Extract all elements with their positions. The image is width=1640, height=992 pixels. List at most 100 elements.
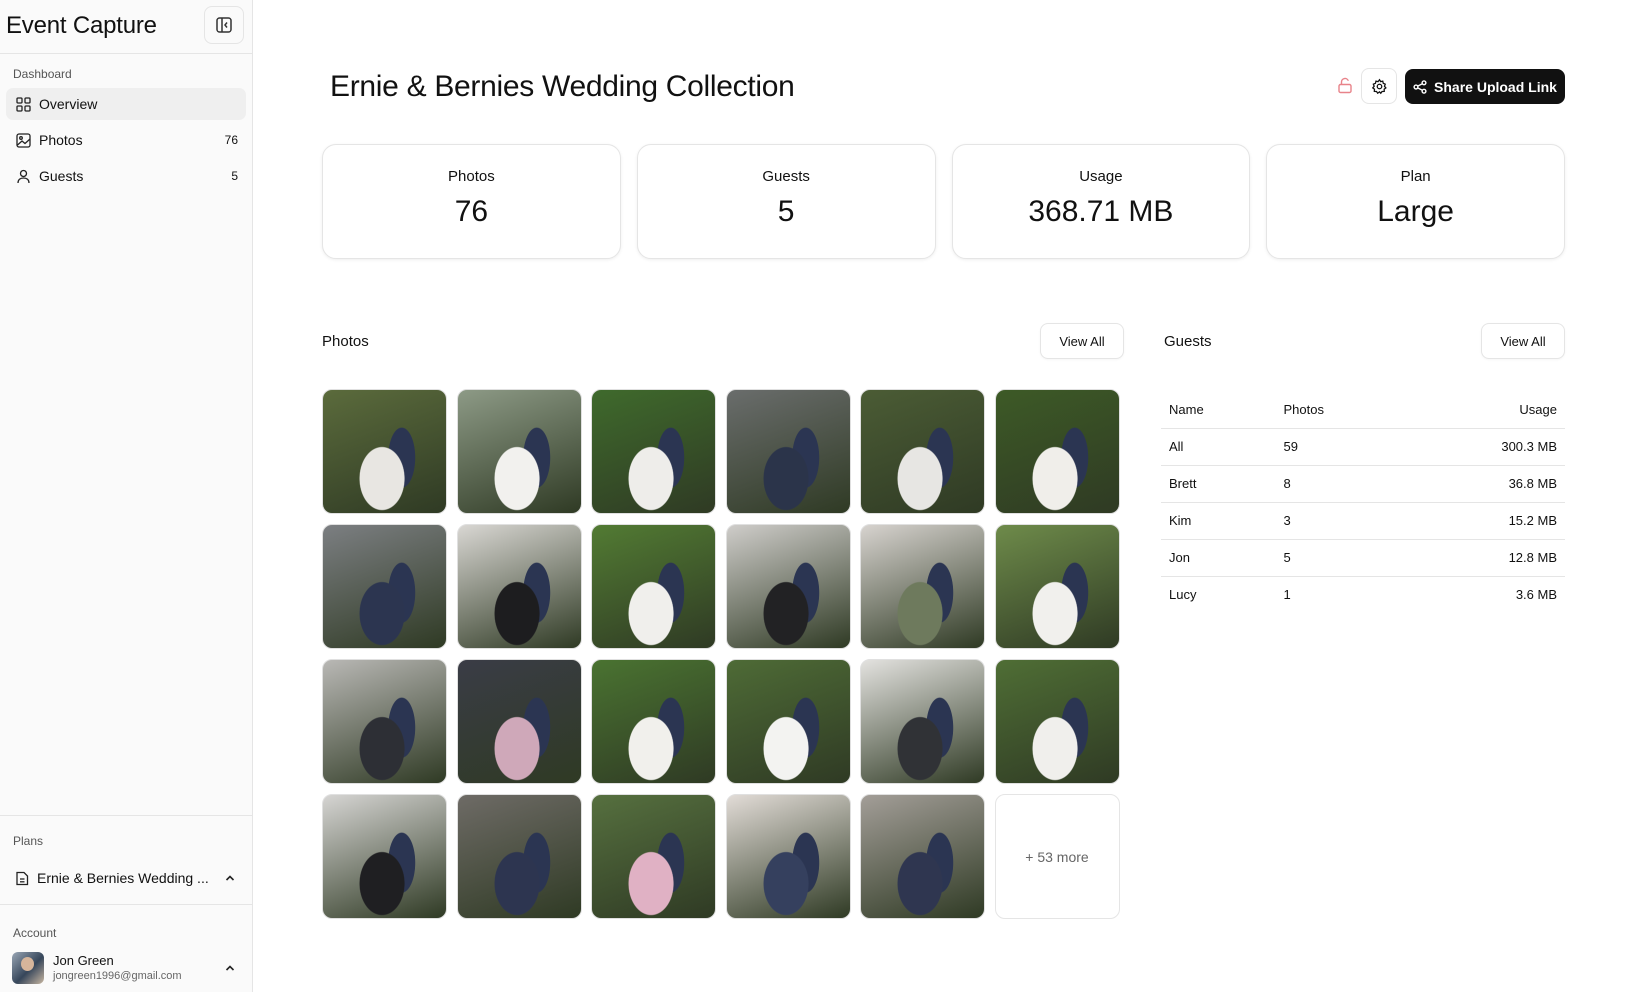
photo-thumbnail[interactable]	[456, 659, 582, 784]
stat-label: Guests	[762, 168, 810, 185]
table-row[interactable]: Kim 3 15.2 MB	[1161, 502, 1565, 540]
guest-usage-cell: 300.3 MB	[1403, 428, 1565, 466]
app-title: Event Capture	[6, 12, 157, 39]
guest-photos-cell: 59	[1275, 428, 1404, 466]
share-button-label: Share Upload Link	[1434, 78, 1557, 95]
guest-usage-cell: 15.2 MB	[1403, 502, 1565, 540]
table-row[interactable]: All 59 300.3 MB	[1161, 428, 1565, 466]
stat-label: Usage	[1079, 168, 1123, 185]
guests-view-all-button[interactable]: View All	[1481, 323, 1565, 359]
grid-icon	[15, 96, 31, 112]
photo-thumbnail[interactable]	[456, 524, 582, 649]
stat-card-photos: Photos 76	[322, 144, 621, 259]
share-icon	[1413, 79, 1427, 94]
photos-view-all-button[interactable]: View All	[1040, 323, 1124, 359]
chevron-up-icon	[224, 871, 236, 887]
user-icon	[15, 168, 31, 184]
photo-thumbnail[interactable]	[860, 389, 985, 514]
account-section-label: Account	[13, 926, 57, 940]
sidebar-toggle-button[interactable]	[204, 6, 244, 44]
photo-thumbnail[interactable]	[591, 794, 716, 919]
table-row[interactable]: Brett 8 36.8 MB	[1161, 465, 1565, 503]
image-icon	[15, 132, 31, 148]
page-title: Ernie & Bernies Wedding Collection	[330, 70, 795, 103]
photo-thumbnail[interactable]	[725, 389, 851, 514]
photo-thumbnail[interactable]	[994, 659, 1120, 784]
photo-thumbnail[interactable]	[456, 389, 582, 514]
dashboard-section-label: Dashboard	[13, 67, 72, 81]
stat-card-guests: Guests 5	[636, 144, 936, 259]
photo-thumbnail[interactable]	[860, 659, 985, 784]
account-menu[interactable]: Jon Green jongreen1996@gmail.com	[12, 950, 246, 986]
stat-value: 76	[454, 195, 489, 228]
column-header-name[interactable]: Name	[1161, 392, 1276, 429]
photo-thumbnail[interactable]	[725, 524, 851, 649]
guest-photos-cell: 1	[1283, 587, 1291, 603]
guests-table: Name Photos Usage All 59 300.3 MB Brett 8 36.…	[1161, 392, 1565, 613]
sidebar-divider	[0, 904, 253, 905]
plan-selector[interactable]: Ernie & Bernies Wedding ...	[6, 862, 246, 894]
photo-thumbnail[interactable]	[591, 524, 716, 649]
account-name: Jon Green	[53, 953, 114, 968]
plans-section-label: Plans	[13, 834, 44, 848]
chevron-up-icon	[224, 961, 236, 979]
guest-name-cell: Lucy	[1169, 587, 1197, 603]
settings-button[interactable]	[1361, 68, 1397, 104]
lock-open-icon[interactable]	[1337, 77, 1353, 99]
guests-count-badge: 5	[231, 169, 238, 183]
photo-thumbnail[interactable]	[322, 389, 447, 514]
stat-value: 368.71 MB	[1028, 195, 1174, 228]
stat-value: 5	[777, 195, 795, 228]
photo-thumbnail[interactable]	[322, 794, 447, 919]
table-row[interactable]: Lucy 1 3.6 MB	[1161, 576, 1565, 613]
stat-label: Plan	[1400, 168, 1431, 185]
guest-usage-cell: 3.6 MB	[1515, 587, 1557, 603]
plan-name: Ernie & Bernies Wedding ...	[37, 870, 209, 886]
sidebar-divider	[0, 815, 253, 816]
guest-photos-cell: 8	[1275, 465, 1404, 503]
photo-thumbnail[interactable]	[456, 794, 582, 919]
sidebar-collapse-icon	[216, 17, 232, 33]
share-upload-link-button[interactable]: Share Upload Link	[1405, 69, 1565, 104]
photo-thumbnail[interactable]	[725, 659, 851, 784]
column-header-usage[interactable]: Usage	[1403, 392, 1565, 429]
photo-thumbnail[interactable]	[994, 389, 1120, 514]
photos-count-badge: 76	[224, 133, 238, 147]
guest-photos-cell: 5	[1275, 539, 1404, 577]
sidebar: Event Capture Dashboard Overview Photos …	[0, 0, 253, 992]
sidebar-item-label: Overview	[39, 96, 98, 112]
photo-thumbnail[interactable]	[591, 659, 716, 784]
photo-thumbnail[interactable]	[725, 794, 851, 919]
photos-section-title: Photos	[322, 333, 369, 350]
sidebar-nav: Overview Photos 76 Guests 5	[6, 88, 246, 196]
photo-grid: + 53 more	[322, 389, 1124, 919]
avatar	[12, 952, 44, 984]
sidebar-item-photos[interactable]: Photos 76	[6, 124, 246, 156]
more-photos-tile[interactable]: + 53 more	[994, 794, 1120, 919]
table-header-row: Name Photos Usage	[1161, 392, 1565, 429]
photo-thumbnail[interactable]	[860, 524, 985, 649]
stat-value: Large	[1377, 195, 1454, 228]
guest-usage-cell: 36.8 MB	[1403, 465, 1565, 503]
guest-photos-cell: 3	[1275, 502, 1404, 540]
sidebar-item-guests[interactable]: Guests 5	[6, 160, 246, 192]
stat-label: Photos	[448, 168, 495, 185]
account-email: jongreen1996@gmail.com	[53, 970, 182, 982]
stat-card-plan: Plan Large	[1266, 144, 1565, 259]
photo-thumbnail[interactable]	[994, 524, 1120, 649]
photo-thumbnail[interactable]	[591, 389, 716, 514]
stat-card-usage: Usage 368.71 MB	[951, 144, 1251, 259]
guest-name-cell: Jon	[1161, 539, 1276, 577]
column-header-photos[interactable]: Photos	[1275, 392, 1404, 429]
sidebar-item-overview[interactable]: Overview	[6, 88, 246, 120]
guests-section-title: Guests	[1164, 333, 1212, 350]
sidebar-item-label: Photos	[39, 132, 83, 148]
guest-name-cell: Kim	[1161, 502, 1276, 540]
sidebar-header: Event Capture	[0, 0, 252, 54]
guest-name-cell: Brett	[1161, 465, 1276, 503]
photo-thumbnail[interactable]	[322, 659, 447, 784]
file-icon	[15, 871, 29, 886]
photo-thumbnail[interactable]	[860, 794, 985, 919]
photo-thumbnail[interactable]	[322, 524, 447, 649]
table-row[interactable]: Jon 5 12.8 MB	[1161, 539, 1565, 577]
